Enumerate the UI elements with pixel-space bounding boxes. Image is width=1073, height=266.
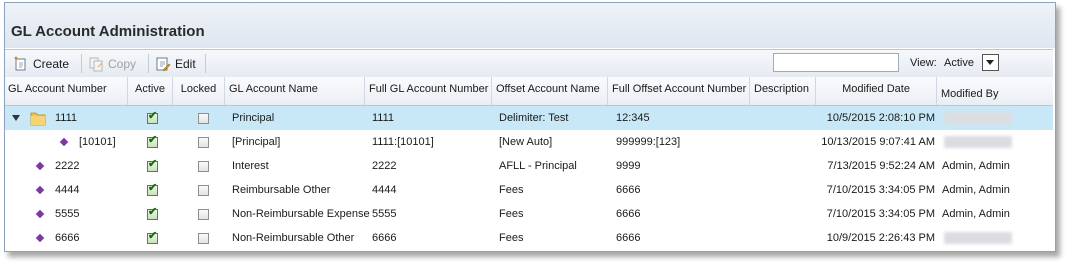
column-header-full-offset-account-number[interactable]: Full Offset Account Number <box>608 77 750 105</box>
gl-account-name: Non-Reimbursable Other <box>232 232 355 244</box>
table-row[interactable]: [10101] [Principal] 1111:[10101] [New Au… <box>5 130 1053 154</box>
gl-account-name: Principal <box>232 112 275 124</box>
locked-checkbox[interactable] <box>198 185 209 196</box>
locked-checkbox[interactable] <box>198 137 209 148</box>
column-header-full-gl-account-number[interactable]: Full GL Account Number <box>365 77 492 105</box>
active-checkbox[interactable] <box>147 181 158 196</box>
create-label: Create <box>33 56 70 71</box>
full-offset-account-number: 12:345 <box>616 112 650 124</box>
offset-account-name: Fees <box>499 184 524 196</box>
modified-date: 7/10/2015 3:34:05 PM <box>826 208 935 220</box>
toolbar-separator <box>148 54 149 73</box>
gl-account-name: [Principal] <box>232 136 281 148</box>
view-label: View: <box>910 57 937 69</box>
active-checkbox[interactable] <box>147 133 158 148</box>
offset-account-name: AFLL - Principal <box>499 160 577 172</box>
locked-checkbox[interactable] <box>198 209 209 220</box>
offset-account-name: Fees <box>499 208 524 220</box>
offset-account-name: [New Auto] <box>499 136 553 148</box>
gl-account-number: 2222 <box>55 160 80 172</box>
view-select-value[interactable]: Active <box>944 57 974 69</box>
gl-account-number: 4444 <box>55 184 80 196</box>
locked-checkbox[interactable] <box>198 161 209 172</box>
table-row[interactable]: 1111 Principal 1111 Delimiter: Test 12:3… <box>5 106 1053 130</box>
column-header-description[interactable]: Description <box>750 77 816 105</box>
full-offset-account-number: 999999:[123] <box>616 136 681 148</box>
full-gl-account-number: 5555 <box>372 208 397 220</box>
edit-icon <box>156 57 171 71</box>
modified-date: 10/9/2015 2:26:43 PM <box>826 232 935 244</box>
modified-date: 10/13/2015 9:07:41 AM <box>821 136 935 148</box>
modified-by: Admin, Admin <box>942 208 1010 220</box>
gl-account-number: 1111 <box>55 112 78 124</box>
leaf-node-icon <box>35 209 45 219</box>
full-gl-account-number: 1111 <box>372 112 395 124</box>
child-node-icon <box>59 137 69 147</box>
gl-account-number: 6666 <box>55 232 80 244</box>
modified-date: 10/5/2015 2:08:10 PM <box>826 112 935 124</box>
locked-checkbox[interactable] <box>198 113 209 124</box>
active-checkbox[interactable] <box>147 109 158 124</box>
table-row[interactable]: 5555 Non-Reimbursable Expense 5555 Fees … <box>5 202 1053 226</box>
modified-date: 7/10/2015 3:34:05 PM <box>826 184 935 196</box>
copy-label: Copy <box>108 56 137 71</box>
gl-account-number: [10101] <box>79 136 116 148</box>
active-checkbox[interactable] <box>147 205 158 220</box>
column-header-active[interactable]: Active <box>128 77 173 105</box>
column-header-modified-date[interactable]: Modified Date <box>816 77 937 105</box>
table-row[interactable]: 2222 Interest 2222 AFLL - Principal 9999… <box>5 154 1053 178</box>
leaf-node-icon <box>35 161 45 171</box>
create-button[interactable]: Create <box>13 54 69 73</box>
gl-account-name: Interest <box>232 160 269 172</box>
edit-label: Edit <box>175 56 196 71</box>
create-icon <box>14 55 26 70</box>
table-row[interactable]: 4444 Reimbursable Other 4444 Fees 6666 7… <box>5 178 1053 202</box>
modified-date: 7/13/2015 9:52:24 AM <box>827 160 935 172</box>
search-input[interactable] <box>773 53 899 72</box>
offset-account-name: Fees <box>499 232 524 244</box>
leaf-node-icon <box>35 233 45 243</box>
toolbar-separator <box>81 54 82 73</box>
active-checkbox[interactable] <box>147 157 158 172</box>
redacted-modified-by <box>944 232 1012 244</box>
table-row[interactable]: 6666 Non-Reimbursable Other 6666 Fees 66… <box>5 226 1053 250</box>
grid-header: GL Account Number Active Locked GL Accou… <box>5 77 1053 106</box>
full-offset-account-number: 6666 <box>616 208 641 220</box>
gl-account-name: Non-Reimbursable Expense <box>232 208 370 220</box>
full-gl-account-number: 4444 <box>372 184 397 196</box>
leaf-node-icon <box>35 185 45 195</box>
column-header-gl-account-name[interactable]: GL Account Name <box>225 77 365 105</box>
full-offset-account-number: 6666 <box>616 232 641 244</box>
folder-icon <box>30 112 46 126</box>
redacted-modified-by <box>944 136 1012 148</box>
redacted-modified-by <box>944 112 1012 124</box>
locked-checkbox[interactable] <box>198 233 209 244</box>
gl-account-name: Reimbursable Other <box>232 184 331 196</box>
page-title: GL Account Administration <box>11 23 205 40</box>
expand-arrow-icon[interactable] <box>12 115 20 122</box>
column-header-gl-account-number[interactable]: GL Account Number <box>5 77 128 105</box>
offset-account-name: Delimiter: Test <box>499 112 569 124</box>
view-dropdown-button[interactable] <box>982 54 999 71</box>
column-header-offset-account-name[interactable]: Offset Account Name <box>492 77 608 105</box>
chevron-down-icon <box>986 60 994 65</box>
panel-titlebar: GL Account Administration <box>5 3 1055 48</box>
copy-button[interactable]: Copy <box>88 54 136 73</box>
column-header-modified-by[interactable]: Modified By <box>937 77 1053 105</box>
gl-account-panel: GL Account Administration Create Copy Ed… <box>4 2 1056 252</box>
full-gl-account-number: 6666 <box>372 232 397 244</box>
full-gl-account-number: 1111:[10101] <box>372 136 434 148</box>
toolbar: Create Copy Edit View: Active <box>5 49 1053 78</box>
full-gl-account-number: 2222 <box>372 160 397 172</box>
edit-button[interactable]: Edit <box>155 54 196 73</box>
column-header-locked[interactable]: Locked <box>173 77 225 105</box>
toolbar-separator <box>205 54 206 73</box>
full-offset-account-number: 9999 <box>616 160 641 172</box>
modified-by: Admin, Admin <box>942 184 1010 196</box>
active-checkbox[interactable] <box>147 229 158 244</box>
copy-icon <box>89 57 103 71</box>
modified-by: Admin, Admin <box>942 160 1010 172</box>
gl-account-number: 5555 <box>55 208 80 220</box>
full-offset-account-number: 6666 <box>616 184 641 196</box>
